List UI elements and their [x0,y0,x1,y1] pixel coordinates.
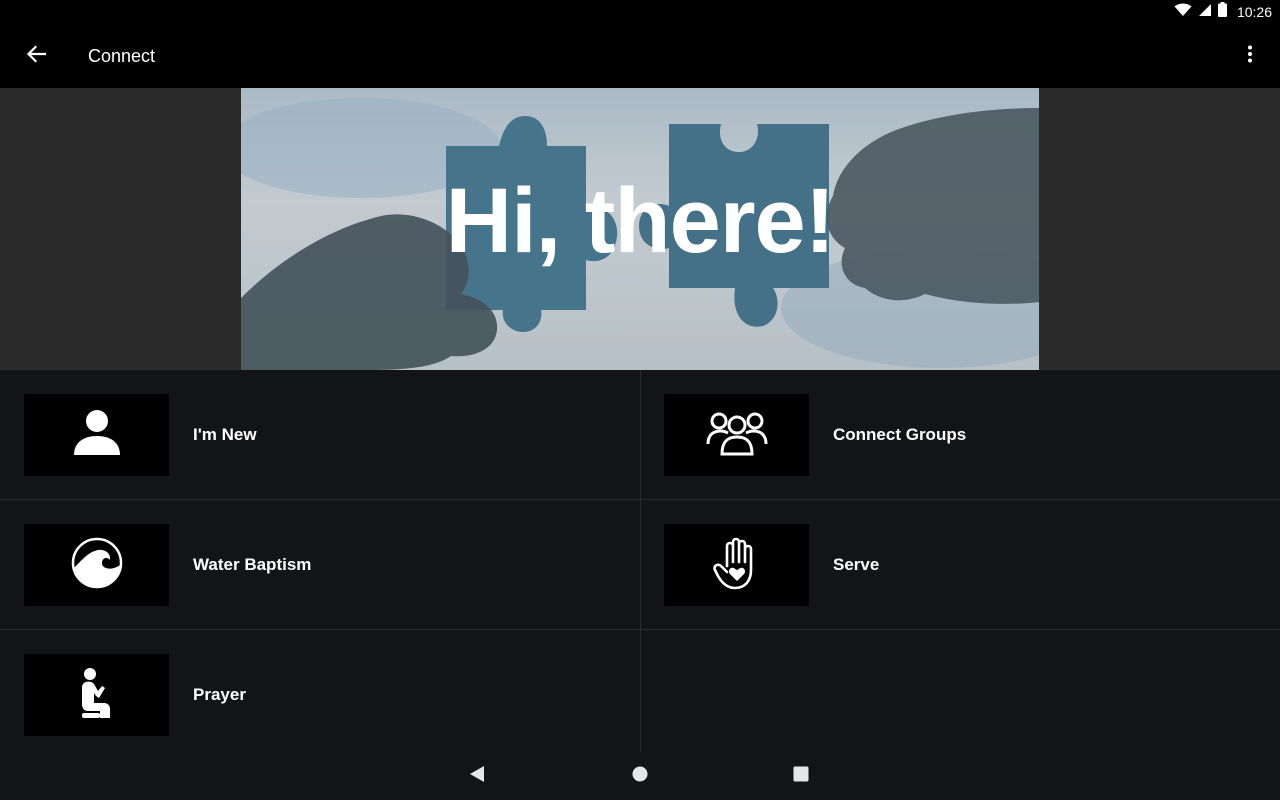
tile-label: Serve [833,555,880,574]
nav-recents-button[interactable] [771,752,831,800]
status-time: 10:26 [1236,4,1272,20]
tile-label: I'm New [193,425,257,444]
tile-connect-groups[interactable]: Connect Groups [640,370,1280,500]
tile-label: Connect Groups [833,425,967,444]
tile-water-baptism[interactable]: Water Baptism [0,500,640,630]
connect-menu-grid: I'm New Connect Groups Water Baptism Ser… [0,370,1280,752]
praying-person-icon [80,667,114,724]
tile-label: Prayer [193,685,246,704]
tile-icon-box [664,394,809,476]
banner-heading: Hi, there! [445,169,836,272]
person-icon [72,409,122,462]
app-bar: Connect [0,24,1280,88]
overflow-menu-button[interactable] [1230,32,1270,80]
tile-icon-box [24,524,169,606]
nav-back-button[interactable] [447,752,507,800]
page-title: Connect [88,45,156,66]
signal-icon [1198,3,1212,22]
tile-icon-box [24,394,169,476]
tile-icon-box [664,524,809,606]
wave-icon [70,536,124,595]
tile-im-new[interactable]: I'm New [0,370,640,500]
nav-recents-icon [793,766,809,787]
status-icons: 10:26 [1174,0,1272,24]
tile-prayer[interactable]: Prayer [0,630,640,760]
wifi-icon [1174,3,1192,22]
arrow-left-icon [26,44,47,68]
tile-icon-box [24,654,169,736]
tile-serve[interactable]: Serve [640,500,1280,630]
group-icon [706,410,768,461]
banner-area: Hi, there! [0,88,1280,370]
tile-label: Water Baptism [193,555,312,574]
battery-icon [1217,2,1227,22]
nav-home-button[interactable] [610,752,670,800]
nav-home-icon [632,766,648,787]
back-button[interactable] [12,32,60,80]
hand-heart-icon [712,536,761,595]
more-vert-icon [1247,45,1253,68]
system-nav-bar [0,752,1280,800]
status-bar: 10:26 [0,0,1280,24]
hero-banner[interactable]: Hi, there! [241,88,1039,370]
nav-back-icon [469,765,485,788]
